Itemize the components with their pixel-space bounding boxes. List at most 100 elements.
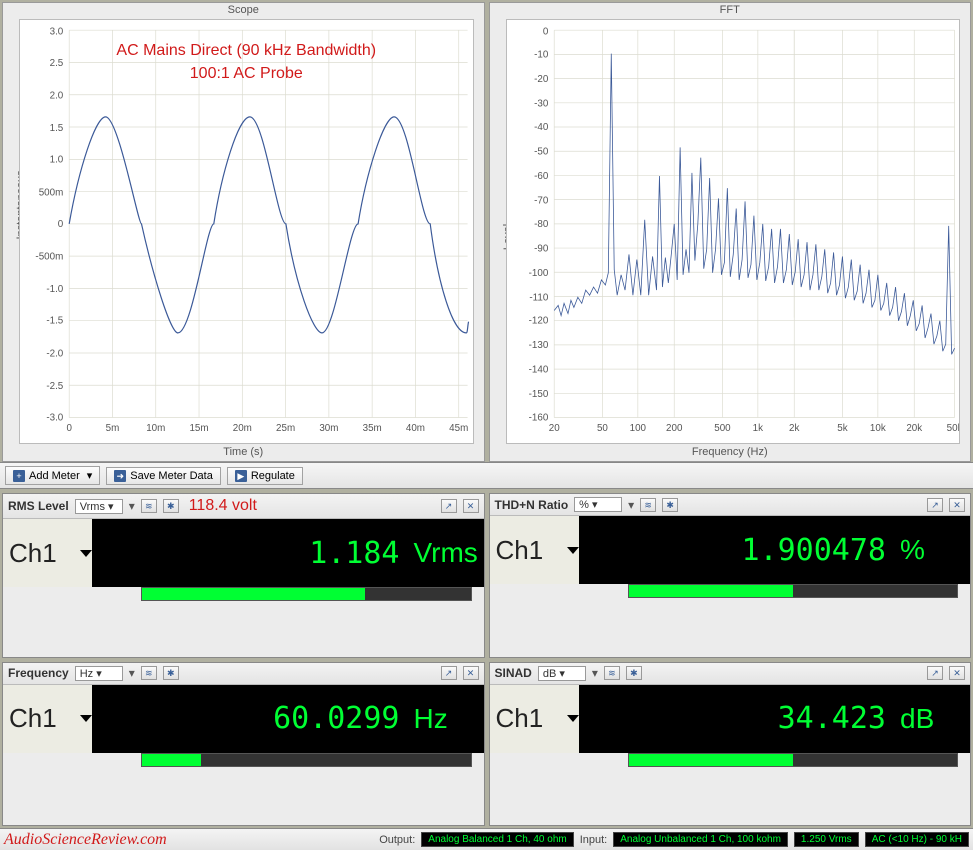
add-meter-label: Add Meter xyxy=(29,470,80,482)
chevron-down-icon[interactable] xyxy=(567,547,579,554)
thdn-value: 1.900478 xyxy=(579,533,901,568)
meter-sinad: SINAD dB ▾ ▾ ≋ ✱ ↗ ✕ Ch1 34.423 dB xyxy=(489,662,972,827)
fft-svg: 0-10-20-30-40-50-60-70-80-90-100-110-120… xyxy=(507,20,960,443)
fft-trace xyxy=(554,54,954,355)
rms-note: 118.4 volt xyxy=(189,497,257,515)
svg-text:500: 500 xyxy=(714,423,731,434)
chevron-down-icon[interactable] xyxy=(80,715,92,722)
close-icon[interactable]: ✕ xyxy=(949,666,965,680)
svg-text:-60: -60 xyxy=(534,171,549,182)
chevron-down-icon[interactable] xyxy=(567,715,579,722)
svg-text:20k: 20k xyxy=(906,423,923,434)
charts-row: Scope Instantaneous Level (V) AC Mains D… xyxy=(0,0,973,462)
thdn-levelbar xyxy=(628,584,959,598)
plus-icon: + xyxy=(13,470,25,482)
svg-text:5m: 5m xyxy=(106,423,120,434)
fft-plot-area[interactable]: 0-10-20-30-40-50-60-70-80-90-100-110-120… xyxy=(506,19,961,444)
svg-text:50: 50 xyxy=(596,423,607,434)
status-bar: AudioScienceReview.com Output: Analog Ba… xyxy=(0,828,973,850)
output-chip[interactable]: Analog Balanced 1 Ch, 40 ohm xyxy=(421,832,573,847)
svg-text:500m: 500m xyxy=(39,187,64,198)
chevron-down-icon[interactable] xyxy=(80,550,92,557)
watermark: AudioScienceReview.com xyxy=(4,831,167,849)
save-meter-data-button[interactable]: ➜Save Meter Data xyxy=(106,467,221,485)
sinad-unit-select[interactable]: dB ▾ xyxy=(538,666,586,681)
svg-text:100: 100 xyxy=(629,423,646,434)
thdn-title: THD+N Ratio xyxy=(495,498,569,512)
freq-title: Frequency xyxy=(8,666,69,680)
range-chip[interactable]: 1.250 Vrms xyxy=(794,832,859,847)
scope-xlabel: Time (s) xyxy=(3,446,484,461)
svg-text:-10: -10 xyxy=(534,50,549,61)
meter-freq: Frequency Hz ▾ ▾ ≋ ✱ ↗ ✕ Ch1 60.0299 Hz xyxy=(2,662,485,827)
rms-channel: Ch1 xyxy=(3,538,73,569)
gear-icon[interactable]: ✱ xyxy=(163,666,179,680)
svg-text:-40: -40 xyxy=(534,122,549,133)
svg-text:5k: 5k xyxy=(837,423,848,434)
svg-text:-90: -90 xyxy=(534,243,549,254)
add-meter-button[interactable]: +Add Meter▾ xyxy=(5,466,100,485)
scope-panel: Scope Instantaneous Level (V) AC Mains D… xyxy=(2,2,485,462)
popout-icon[interactable]: ↗ xyxy=(927,498,943,512)
svg-text:0: 0 xyxy=(542,26,548,37)
close-icon[interactable]: ✕ xyxy=(463,666,479,680)
popout-icon[interactable]: ↗ xyxy=(441,499,457,513)
svg-text:200: 200 xyxy=(666,423,683,434)
meter-thdn: THD+N Ratio % ▾ ▾ ≋ ✱ ↗ ✕ Ch1 1.900478 % xyxy=(489,493,972,658)
scope-trace xyxy=(69,117,468,333)
settings-icon[interactable]: ≋ xyxy=(141,499,157,513)
gear-icon[interactable]: ✱ xyxy=(662,498,678,512)
close-icon[interactable]: ✕ xyxy=(949,498,965,512)
svg-text:-20: -20 xyxy=(534,74,549,85)
fft-panel: FFT Level (dBrA) 0-10-20-30-40-50-60-70-… xyxy=(489,2,972,462)
scope-plot-area[interactable]: AC Mains Direct (90 kHz Bandwidth) 100:1… xyxy=(19,19,474,444)
scope-svg: 3.02.52.01.51.0500m0-500m-1.0-1.5-2.0-2.… xyxy=(20,20,473,443)
meter-toolbar: +Add Meter▾ ➜Save Meter Data ▶Regulate xyxy=(0,462,973,489)
settings-icon[interactable]: ≋ xyxy=(604,666,620,680)
gear-icon[interactable]: ✱ xyxy=(163,499,179,513)
popout-icon[interactable]: ↗ xyxy=(441,666,457,680)
sinad-channel: Ch1 xyxy=(490,703,560,734)
rms-unit-select[interactable]: Vrms ▾ xyxy=(75,499,123,514)
svg-text:-2.0: -2.0 xyxy=(46,348,63,359)
svg-text:2.0: 2.0 xyxy=(50,90,64,101)
svg-text:-140: -140 xyxy=(528,365,548,376)
settings-icon[interactable]: ≋ xyxy=(640,498,656,512)
freq-levelbar xyxy=(141,753,472,767)
thdn-unit: % xyxy=(900,534,970,566)
svg-text:-110: -110 xyxy=(529,292,548,303)
svg-text:15m: 15m xyxy=(189,423,208,434)
popout-icon[interactable]: ↗ xyxy=(927,666,943,680)
freq-value: 60.0299 xyxy=(92,701,414,736)
svg-text:-50: -50 xyxy=(534,146,549,157)
svg-text:3.0: 3.0 xyxy=(50,26,64,37)
svg-text:20m: 20m xyxy=(233,423,252,434)
freq-channel: Ch1 xyxy=(3,703,73,734)
svg-text:-150: -150 xyxy=(528,389,548,400)
svg-text:45m: 45m xyxy=(449,423,468,434)
fft-xlabel: Frequency (Hz) xyxy=(490,446,971,461)
rms-title: RMS Level xyxy=(8,499,69,513)
svg-text:1k: 1k xyxy=(752,423,763,434)
svg-text:-120: -120 xyxy=(528,316,548,327)
close-icon[interactable]: ✕ xyxy=(463,499,479,513)
input-label: Input: xyxy=(580,834,608,846)
svg-text:-3.0: -3.0 xyxy=(46,412,63,423)
svg-text:10k: 10k xyxy=(869,423,886,434)
freq-unit-select[interactable]: Hz ▾ xyxy=(75,666,123,681)
gear-icon[interactable]: ✱ xyxy=(626,666,642,680)
settings-icon[interactable]: ≋ xyxy=(141,666,157,680)
thdn-unit-select[interactable]: % ▾ xyxy=(574,497,622,512)
meter-rms: RMS Level Vrms ▾ ▾ ≋ ✱ 118.4 volt ↗ ✕ Ch… xyxy=(2,493,485,658)
svg-text:-100: -100 xyxy=(528,268,548,279)
svg-text:10m: 10m xyxy=(146,423,165,434)
svg-text:-160: -160 xyxy=(528,412,548,423)
bw-chip[interactable]: AC (<10 Hz) - 90 kH xyxy=(865,832,969,847)
meters-grid: RMS Level Vrms ▾ ▾ ≋ ✱ 118.4 volt ↗ ✕ Ch… xyxy=(0,489,973,828)
svg-text:-130: -130 xyxy=(528,340,548,351)
svg-text:0: 0 xyxy=(66,423,72,434)
sinad-title: SINAD xyxy=(495,666,532,680)
svg-text:25m: 25m xyxy=(276,423,295,434)
regulate-button[interactable]: ▶Regulate xyxy=(227,467,303,485)
input-chip[interactable]: Analog Unbalanced 1 Ch, 100 kohm xyxy=(613,832,788,847)
